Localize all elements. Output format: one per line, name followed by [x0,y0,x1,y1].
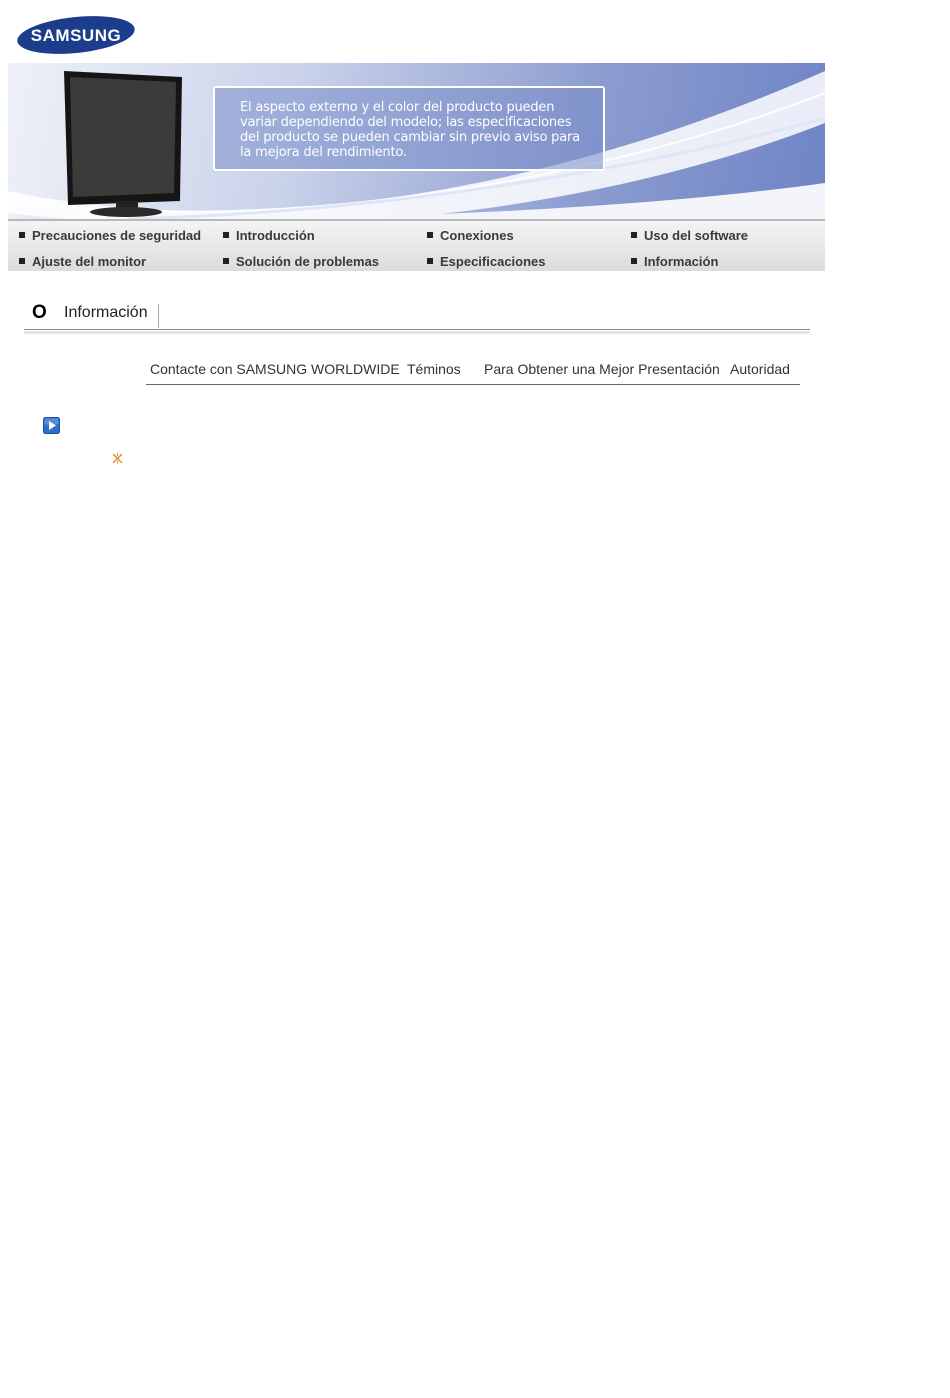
menu-item-label: Conexiones [440,228,514,243]
menu-item-label: Ajuste del monitor [32,254,147,269]
divider [158,304,159,328]
menu-item-informacion[interactable]: Información [631,254,718,269]
note-icon [112,453,123,464]
bullet-icon [223,258,229,264]
subnav-autoridad[interactable]: Autoridad [730,361,790,377]
menu-item-especificaciones[interactable]: Especificaciones [427,254,546,269]
bullet-icon [19,258,25,264]
notice-line: la mejora del rendimiento. [240,145,407,160]
menu-item-label: Precauciones de seguridad [32,228,202,243]
samsung-logo[interactable]: SAMSUNG [16,14,136,56]
bullet-icon [427,232,433,238]
product-notice: El aspecto externo y el color del produc… [213,86,605,171]
menu-item-ajuste[interactable]: Ajuste del monitor [19,254,146,269]
section-header: O Información [24,300,810,336]
bullet-icon [19,232,25,238]
menu-item-label: Solución de problemas [236,254,380,269]
bullet-icon [631,258,637,264]
menu-item-introduccion[interactable]: Introducción [223,228,315,243]
menu-item-label: Introducción [236,228,315,243]
play-icon[interactable] [43,417,60,434]
menu-item-software[interactable]: Uso del software [631,228,748,243]
menu-item-conexiones[interactable]: Conexiones [427,228,514,243]
notice-line: El aspecto externo y el color del produc… [240,100,555,115]
hero-banner: El aspecto externo y el color del produc… [8,63,825,219]
bullet-icon [631,232,637,238]
menu-item-label: Especificaciones [440,254,546,269]
subnav-contacte[interactable]: Contacte con SAMSUNG WORLDWIDE [150,361,400,377]
notice-line: variar dependiendo del modelo; las espec… [240,115,572,130]
page-title: Información [64,304,148,321]
sub-navigation: Contacte con SAMSUNG WORLDWIDE Téminos P… [146,358,800,385]
notice-line: del producto se pueden cambiar sin previ… [240,130,580,145]
menu-item-label: Información [644,254,719,269]
bullet-icon [223,232,229,238]
main-menu: Precauciones de seguridad Introducción C… [8,219,825,271]
section-marker: O [32,302,47,323]
subnav-presentacion[interactable]: Para Obtener una Mejor Presentación [484,361,720,377]
menu-item-label: Uso del software [644,228,749,243]
divider [24,331,810,334]
monitor-image [64,71,182,217]
subnav-terminos[interactable]: Téminos [407,361,461,377]
menu-item-solucion[interactable]: Solución de problemas [223,254,379,269]
logo-text: SAMSUNG [31,26,121,45]
menu-item-precauciones[interactable]: Precauciones de seguridad [19,228,201,243]
divider [24,329,810,330]
bullet-icon [427,258,433,264]
